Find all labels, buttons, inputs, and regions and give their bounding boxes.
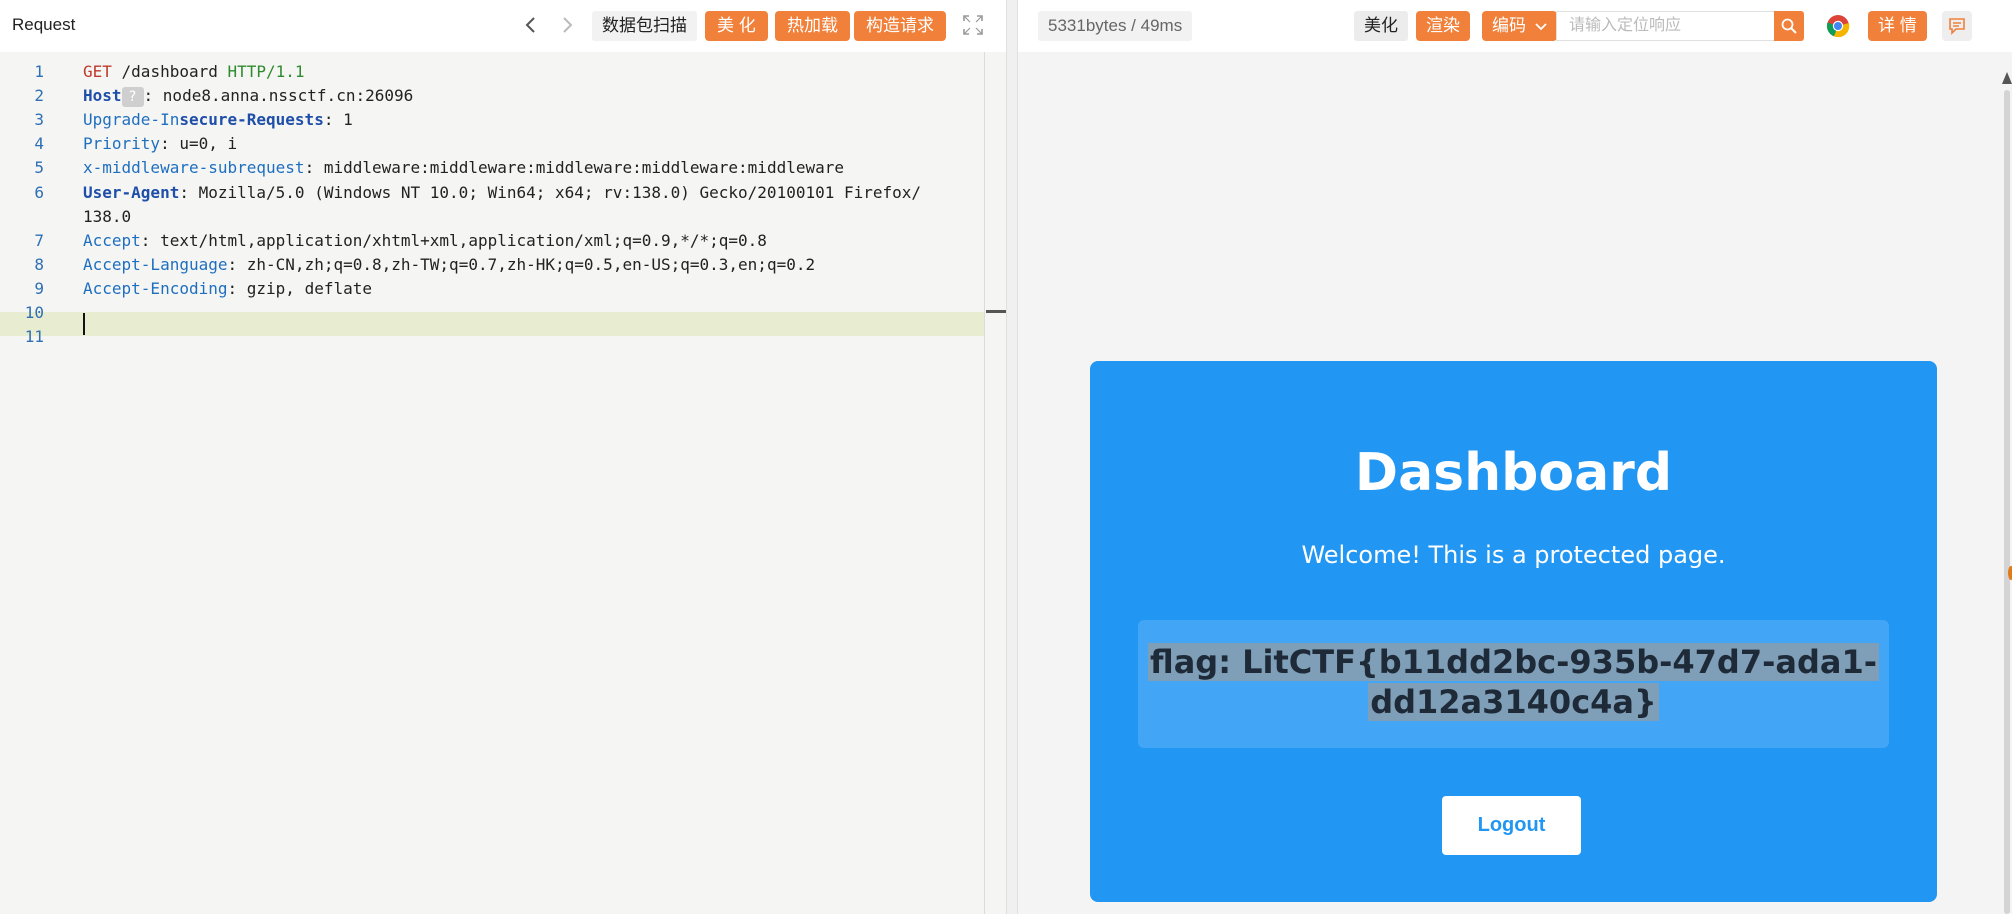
code-token: secure-Requests bbox=[179, 110, 324, 130]
code-text: Accept-Language: zh-CN,zh;q=0.8,zh-TW;q=… bbox=[83, 253, 815, 277]
request-toolbar: Request 数据包扫描 美 化 热加载 构造请求 bbox=[0, 0, 1006, 52]
code-token: : u=0, i bbox=[160, 134, 238, 154]
page-title: Dashboard bbox=[1354, 443, 1673, 503]
code-token: : Mozilla/5.0 (Windows NT 10.0; Win64; x… bbox=[179, 182, 922, 202]
response-scrollbar-thumb[interactable] bbox=[2004, 90, 2010, 914]
line-number: 8 bbox=[34, 254, 44, 274]
flag-line-2: dd12a3140c4a} bbox=[1368, 683, 1659, 721]
beautify-response-button[interactable]: 美化 bbox=[1354, 11, 1408, 41]
code-line[interactable]: 3 Upgrade-Insecure-Requests: 1 bbox=[0, 108, 1006, 132]
edge-indicator-icon bbox=[2008, 566, 2012, 580]
scroll-position-marker bbox=[986, 310, 1006, 313]
line-number: 5 bbox=[34, 158, 44, 178]
forward-arrow-icon[interactable] bbox=[554, 12, 580, 38]
line-number: 11 bbox=[24, 327, 44, 347]
code-token: : 1 bbox=[323, 110, 353, 130]
line-number: 3 bbox=[34, 110, 44, 130]
code-text: Host?: node8.anna.nssctf.cn:26096 bbox=[83, 84, 413, 108]
request-panel: Request 数据包扫描 美 化 热加载 构造请求 1 GET /dashboa… bbox=[0, 0, 1006, 914]
code-text: Accept: text/html,application/xhtml+xml,… bbox=[83, 229, 767, 253]
code-token: User-Agent bbox=[83, 182, 180, 202]
logout-button[interactable]: Logout bbox=[1442, 796, 1581, 855]
code-token: Accept bbox=[83, 230, 141, 250]
hot-load-button[interactable]: 热加载 bbox=[775, 11, 850, 41]
code-token: : text/html,application/xhtml+xml,applic… bbox=[140, 230, 767, 250]
code-token: x-middleware-subrequest bbox=[83, 158, 305, 178]
code-token: : zh-CN,zh;q=0.8,zh-TW;q=0.7,zh-HK;q=0.5… bbox=[227, 254, 816, 274]
code-token: /dashboard bbox=[111, 62, 228, 81]
code-line[interactable]: 1 GET /dashboard HTTP/1.1 bbox=[0, 60, 1006, 84]
code-token: Host bbox=[83, 86, 122, 106]
beautify-request-button[interactable]: 美 化 bbox=[705, 11, 768, 41]
code-token: Accept-Language bbox=[83, 254, 228, 274]
code-text: 138.0 bbox=[83, 205, 131, 229]
dashboard-card: Dashboard Welcome! This is a protected p… bbox=[1090, 361, 1937, 902]
flag-box: flag: LitCTF{b11dd2bc-935b-47d7-ada1- dd… bbox=[1138, 620, 1889, 748]
line-number: 1 bbox=[34, 62, 44, 81]
request-editor[interactable]: 1 GET /dashboard HTTP/1.1 2 Host?: node8.an… bbox=[0, 52, 1006, 914]
code-line[interactable]: 7 Accept: text/html,application/xhtml+xml… bbox=[0, 229, 1006, 253]
search-button[interactable] bbox=[1774, 11, 1804, 41]
code-token: 138.0 bbox=[83, 206, 132, 226]
code-text: Accept-Encoding: gzip, deflate bbox=[83, 277, 372, 301]
code-token: : middleware:middleware:middleware:middl… bbox=[304, 158, 844, 178]
flag-line-1: flag: LitCTF{b11dd2bc-935b-47d7-ada1- bbox=[1147, 643, 1880, 681]
details-button[interactable]: 详 情 bbox=[1868, 11, 1927, 41]
code-token: : gzip, deflate bbox=[227, 278, 373, 298]
request-title: Request bbox=[12, 15, 76, 34]
code-line[interactable]: 10 bbox=[0, 301, 1006, 325]
help-badge-icon[interactable]: ? bbox=[121, 86, 144, 107]
back-arrow-icon[interactable] bbox=[518, 12, 544, 38]
code-token: Priority bbox=[83, 134, 161, 154]
line-number: 2 bbox=[34, 86, 44, 106]
chevron-down-icon bbox=[1535, 22, 1547, 30]
chrome-browser-icon[interactable] bbox=[1826, 14, 1850, 38]
code-token: : node8.anna.nssctf.cn:26096 bbox=[143, 86, 414, 106]
render-button[interactable]: 渲染 bbox=[1416, 11, 1470, 41]
response-panel: 5331bytes / 49ms 美化 渲染 编码 请输入定位响应 详 情 Da… bbox=[1018, 0, 2012, 914]
panel-resize-handle[interactable] bbox=[1006, 0, 1018, 914]
search-icon bbox=[1781, 18, 1797, 34]
code-text: x-middleware-subrequest: middleware:midd… bbox=[83, 156, 844, 180]
code-line[interactable]: 138.0 bbox=[0, 205, 1006, 229]
code-text: User-Agent: Mozilla/5.0 (Windows NT 10.0… bbox=[83, 181, 921, 205]
build-request-button[interactable]: 构造请求 bbox=[854, 11, 946, 41]
code-text: GET /dashboard HTTP/1.1 bbox=[83, 60, 305, 84]
response-toolbar: 5331bytes / 49ms 美化 渲染 编码 请输入定位响应 详 情 bbox=[1018, 0, 2012, 52]
response-size-badge: 5331bytes / 49ms bbox=[1038, 11, 1193, 41]
encode-label: 编码 bbox=[1492, 16, 1526, 35]
code-line[interactable]: 11 bbox=[0, 325, 1006, 349]
editor-scrollbar[interactable] bbox=[984, 52, 1006, 914]
code-token: GET bbox=[83, 62, 112, 81]
line-number: 6 bbox=[34, 182, 44, 202]
scroll-up-arrow-icon[interactable] bbox=[2002, 72, 2012, 84]
code-line[interactable]: 6 User-Agent: Mozilla/5.0 (Windows NT 10.… bbox=[0, 181, 1006, 205]
line-number: 10 bbox=[24, 303, 44, 322]
line-number: 7 bbox=[34, 230, 44, 250]
locate-response-input[interactable]: 请输入定位响应 bbox=[1556, 11, 1776, 41]
code-token: Accept-Encoding bbox=[83, 278, 228, 298]
code-line[interactable]: 9 Accept-Encoding: gzip, deflate bbox=[0, 277, 1006, 301]
code-text: Upgrade-Insecure-Requests: 1 bbox=[83, 108, 353, 132]
flag-text[interactable]: flag: LitCTF{b11dd2bc-935b-47d7-ada1- dd… bbox=[1138, 642, 1889, 722]
comment-icon[interactable] bbox=[1942, 11, 1972, 41]
line-number: 4 bbox=[34, 134, 44, 154]
code-line[interactable]: 4 Priority: u=0, i bbox=[0, 132, 1006, 156]
code-text: Priority: u=0, i bbox=[83, 132, 237, 156]
code-line[interactable]: 5 x-middleware-subrequest: middleware:mid… bbox=[0, 156, 1006, 180]
code-line[interactable]: 8 Accept-Language: zh-CN,zh;q=0.8,zh-TW;q… bbox=[0, 253, 1006, 277]
code-token: Upgrade-In bbox=[83, 110, 180, 130]
welcome-text: Welcome! This is a protected page. bbox=[1301, 541, 1726, 569]
code-line[interactable]: 2 Host?: node8.anna.nssctf.cn:26096 bbox=[0, 84, 1006, 108]
line-number: 9 bbox=[34, 278, 44, 298]
code-token: HTTP/1.1 bbox=[227, 62, 305, 81]
fullscreen-icon[interactable] bbox=[962, 14, 984, 36]
scan-packet-button[interactable]: 数据包扫描 bbox=[592, 11, 697, 41]
encode-dropdown[interactable]: 编码 bbox=[1482, 11, 1557, 41]
text-cursor bbox=[83, 313, 85, 335]
